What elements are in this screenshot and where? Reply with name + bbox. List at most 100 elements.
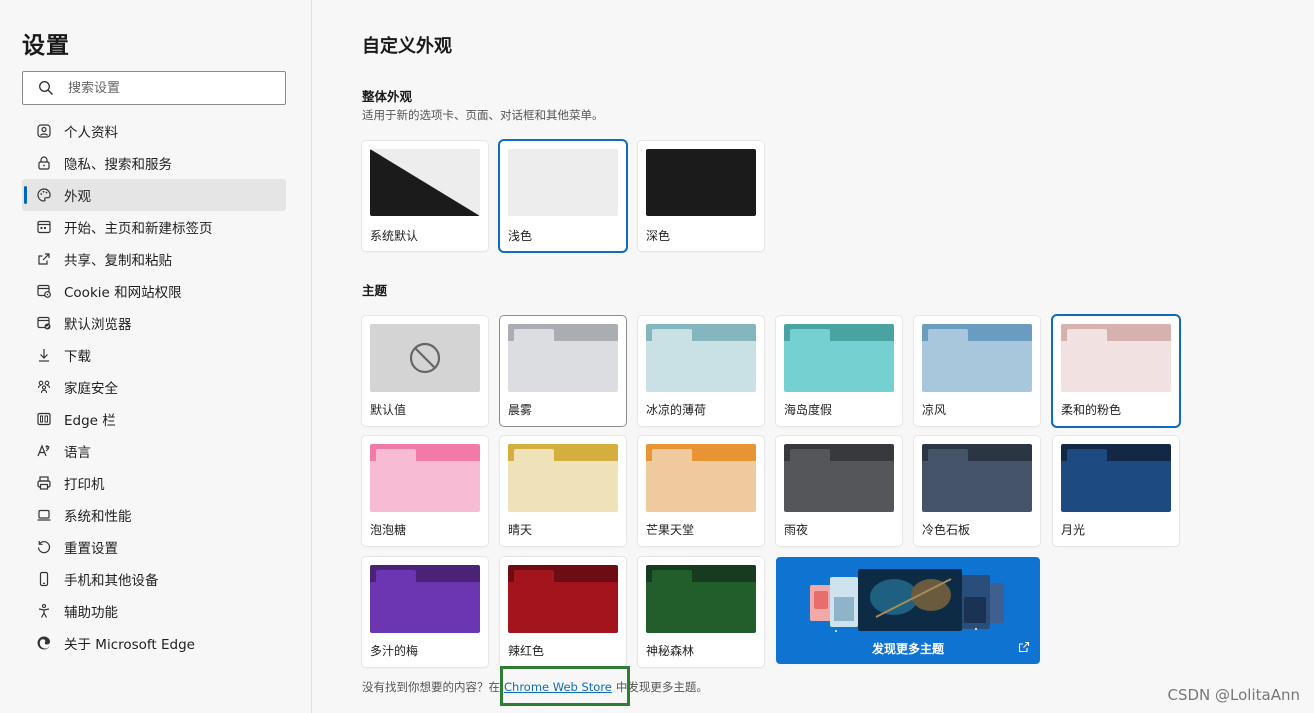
discover-label: 发现更多主题 — [871, 642, 944, 656]
sidebar-item-edge-bar[interactable]: Edge 栏 — [22, 403, 286, 435]
discover-more-themes-button[interactable]: 发现更多主题 — [776, 557, 1040, 664]
footer-text-before: 没有找到你想要的内容？在 — [362, 680, 500, 694]
sidebar-item-label: 手机和其他设备 — [64, 573, 159, 589]
theme-island-getaway[interactable]: 海岛度假 — [776, 316, 902, 426]
sidebar-item-appearance[interactable]: 外观 — [22, 179, 286, 211]
theme-cool-slate[interactable]: 冷色石板 — [914, 436, 1040, 546]
theme-preview-default — [370, 324, 480, 392]
theme-moonlight[interactable]: 月光 — [1053, 436, 1179, 546]
theme-sunny-day[interactable]: 晴天 — [500, 436, 626, 546]
theme-rainy-night[interactable]: 雨夜 — [776, 436, 902, 546]
folder-icon — [784, 444, 894, 512]
sidebar-item-phone[interactable]: 手机和其他设备 — [22, 563, 286, 595]
theme-morning-mist[interactable]: 晨雾 — [500, 316, 626, 426]
profile-icon — [36, 123, 52, 139]
sidebar-item-downloads[interactable]: 下载 — [22, 339, 286, 371]
appearance-option-label: 系统默认 — [370, 229, 419, 243]
sidebar-item-share[interactable]: 共享、复制和粘贴 — [22, 243, 286, 275]
theme-label: 海岛度假 — [784, 403, 833, 417]
sidebar-item-reset[interactable]: 重置设置 — [22, 531, 286, 563]
download-icon — [36, 347, 52, 363]
theme-juicy-plum[interactable]: 多汁的梅 — [362, 557, 488, 667]
theme-label: 默认值 — [370, 403, 407, 417]
appearance-option-label: 深色 — [646, 229, 671, 243]
folder-icon — [370, 444, 480, 512]
theme-label: 辣红色 — [508, 644, 545, 658]
search-input[interactable] — [68, 80, 258, 96]
theme-cool-mint[interactable]: 冰凉的薄荷 — [638, 316, 764, 426]
folder-icon — [1061, 444, 1171, 512]
theme-preview — [508, 444, 618, 512]
theme-mystical-forest[interactable]: 神秘森林 — [638, 557, 764, 667]
theme-preview — [922, 444, 1032, 512]
sidebar-item-start-home[interactable]: 开始、主页和新建标签页 — [22, 211, 286, 243]
search-icon — [39, 81, 53, 95]
sidebar-item-privacy[interactable]: 隐私、搜索和服务 — [22, 147, 286, 179]
folder-icon — [646, 444, 756, 512]
sidebar-nav: 个人资料 隐私、搜索和服务 外观 开始、主页和新建标签页 共享、复制和粘贴 Co… — [22, 115, 286, 659]
sidebar-item-label: 重置设置 — [64, 541, 118, 557]
theme-preview — [1061, 324, 1171, 392]
folder-icon — [922, 324, 1032, 392]
theme-preview — [646, 324, 756, 392]
language-icon — [36, 443, 52, 459]
theme-default[interactable]: 默认值 — [362, 316, 488, 426]
folder-icon — [370, 565, 480, 633]
theme-preview — [1061, 444, 1171, 512]
phone-icon — [36, 571, 52, 587]
theme-label: 柔和的粉色 — [1061, 403, 1122, 417]
theme-spicy-red[interactable]: 辣红色 — [500, 557, 626, 667]
appearance-option-system[interactable]: 系统默认 — [362, 141, 488, 251]
appearance-option-label: 浅色 — [508, 229, 533, 243]
appearance-preview-dark — [646, 149, 756, 216]
sidebar-item-default-browser[interactable]: 默认浏览器 — [22, 307, 286, 339]
theme-cool-breeze[interactable]: 凉风 — [914, 316, 1040, 426]
theme-label: 晨雾 — [508, 403, 533, 417]
theme-preview — [646, 565, 756, 633]
sidebar-item-cookies[interactable]: Cookie 和网站权限 — [22, 275, 286, 307]
laptop-icon — [36, 507, 52, 523]
default-browser-icon — [36, 315, 52, 331]
sidebar-item-language[interactable]: 语言 — [22, 435, 286, 467]
folder-icon — [1061, 324, 1171, 392]
theme-label: 雨夜 — [784, 523, 809, 537]
theme-mango-paradise[interactable]: 芒果天堂 — [638, 436, 764, 546]
sidebar-item-system[interactable]: 系统和性能 — [22, 499, 286, 531]
sidebar-item-label: 辅助功能 — [64, 605, 118, 621]
sidebar-item-about[interactable]: 关于 Microsoft Edge — [22, 627, 286, 659]
printer-icon — [36, 475, 52, 491]
appearance-preview-light — [508, 149, 618, 216]
edge-bar-icon — [36, 411, 52, 427]
search-box[interactable] — [22, 71, 286, 105]
theme-preview — [508, 565, 618, 633]
section-description: 适用于新的选项卡、页面、对话框和其他菜单。 — [362, 108, 604, 122]
theme-preview — [784, 324, 894, 392]
sidebar-title: 设置 — [22, 33, 70, 59]
theme-label: 多汁的梅 — [370, 644, 419, 658]
appearance-option-light[interactable]: 浅色 — [500, 141, 626, 251]
theme-label: 神秘森林 — [646, 644, 695, 658]
folder-icon — [508, 324, 618, 392]
theme-collage-image — [810, 569, 1004, 632]
accessibility-icon — [36, 603, 52, 619]
sidebar-item-label: 共享、复制和粘贴 — [64, 253, 172, 269]
theme-soft-pink[interactable]: 柔和的粉色 — [1053, 316, 1179, 426]
theme-preview — [370, 565, 480, 633]
palette-icon — [36, 187, 52, 203]
theme-label: 冷色石板 — [922, 523, 971, 537]
sidebar-item-accessibility[interactable]: 辅助功能 — [22, 595, 286, 627]
theme-label: 泡泡糖 — [370, 523, 407, 537]
sidebar-item-family[interactable]: 家庭安全 — [22, 371, 286, 403]
theme-label: 冰凉的薄荷 — [646, 403, 707, 417]
sidebar-item-label: 默认浏览器 — [64, 317, 132, 333]
watermark: CSDN @LolitaAnn — [1167, 686, 1301, 704]
sidebar-item-profile[interactable]: 个人资料 — [22, 115, 286, 147]
folder-icon — [508, 565, 618, 633]
theme-bubblegum[interactable]: 泡泡糖 — [362, 436, 488, 546]
sidebar-item-printers[interactable]: 打印机 — [22, 467, 286, 499]
appearance-option-dark[interactable]: 深色 — [638, 141, 764, 251]
sidebar-item-label: 系统和性能 — [64, 509, 132, 525]
sidebar: 设置 个人资料 隐私、搜索和服务 外观 开始、主页和新建标签页 共享、复制和粘贴… — [0, 0, 312, 713]
section-title-themes: 主题 — [362, 283, 388, 298]
highlight-box — [500, 666, 630, 706]
